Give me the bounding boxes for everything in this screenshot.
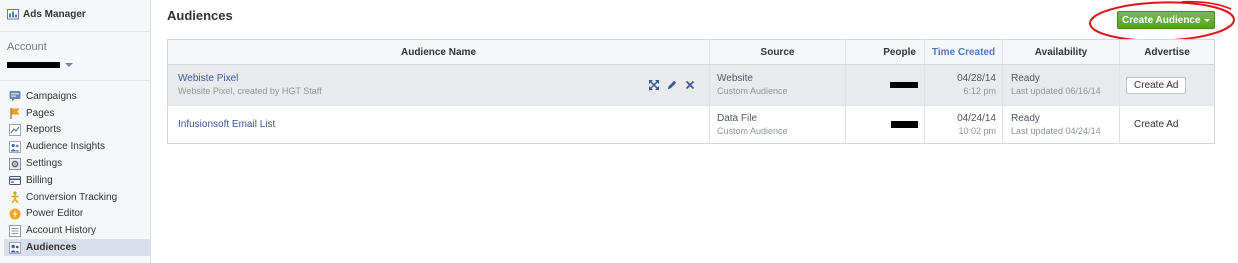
sidebar-item-label: Power Editor bbox=[26, 208, 84, 220]
ads-manager-icon bbox=[7, 9, 19, 20]
created-time: 10:02 pm bbox=[958, 125, 996, 136]
table-row[interactable]: Infusionsoft Email List Data File Custom… bbox=[167, 105, 1215, 144]
sidebar-item-settings[interactable]: Settings bbox=[4, 155, 150, 172]
created-date: 04/28/14 bbox=[957, 73, 996, 84]
page-title: Audiences bbox=[167, 8, 233, 23]
sidebar-item-label: Account History bbox=[26, 225, 97, 237]
account-label: Account bbox=[7, 41, 47, 53]
sidebar-item-label: Conversion Tracking bbox=[26, 191, 118, 203]
sidebar-item-pages[interactable]: Pages bbox=[4, 105, 150, 122]
campaigns-icon bbox=[9, 91, 21, 103]
column-header-audience-name[interactable]: Audience Name bbox=[167, 39, 710, 65]
availability-cell: Ready Last updated 06/16/14 bbox=[1002, 64, 1120, 106]
audience-name-cell: Webiste Pixel Website Pixel, created by … bbox=[167, 64, 710, 106]
caret-down-icon bbox=[65, 63, 73, 67]
app-title: Ads Manager bbox=[23, 8, 86, 20]
last-updated: Last updated 04/24/14 bbox=[1011, 125, 1101, 136]
pencil-icon[interactable] bbox=[667, 80, 677, 90]
account-selector[interactable] bbox=[7, 60, 73, 70]
conversion-tracking-icon bbox=[11, 191, 19, 204]
time-created-cell: 04/28/14 6:12 pm bbox=[924, 64, 1003, 106]
people-cell bbox=[845, 105, 925, 144]
sidebar-divider bbox=[0, 31, 150, 32]
sidebar-item-reports[interactable]: Reports bbox=[4, 122, 150, 139]
people-cell bbox=[845, 64, 925, 106]
create-ad-button[interactable]: Create Ad bbox=[1126, 76, 1187, 94]
table-header-row: Audience Name Source People Time Created… bbox=[167, 39, 1215, 65]
source-type: Custom Audience bbox=[717, 86, 788, 96]
advertise-cell: Create Ad bbox=[1119, 64, 1215, 106]
app-brand[interactable]: Ads Manager bbox=[7, 6, 86, 22]
sidebar-item-audience-insights[interactable]: Audience Insights bbox=[4, 138, 150, 155]
create-ad-button[interactable]: Create Ad bbox=[1126, 116, 1186, 133]
audience-description: Website Pixel, created by HGT Staff bbox=[178, 86, 322, 96]
sidebar-divider bbox=[0, 80, 150, 81]
source-value: Website bbox=[717, 73, 753, 84]
sidebar-item-label: Campaigns bbox=[26, 90, 77, 102]
availability-status: Ready bbox=[1011, 112, 1040, 124]
redacted-account-name bbox=[7, 62, 60, 68]
redacted-people-count bbox=[891, 120, 918, 128]
reports-icon bbox=[9, 123, 21, 136]
audience-name-link[interactable]: Infusionsoft Email List bbox=[178, 119, 709, 131]
last-updated: Last updated 06/16/14 bbox=[1011, 86, 1101, 96]
source-cell: Website Custom Audience bbox=[709, 64, 846, 106]
source-cell: Data File Custom Audience bbox=[709, 105, 846, 144]
expand-icon[interactable] bbox=[649, 80, 659, 90]
sidebar: Ads Manager Account Campaigns Pages Repo… bbox=[0, 0, 151, 263]
power-editor-icon bbox=[9, 208, 21, 220]
create-audience-button[interactable]: Create Audience bbox=[1117, 11, 1215, 29]
column-header-advertise[interactable]: Advertise bbox=[1119, 39, 1215, 65]
source-type: Custom Audience bbox=[717, 125, 788, 136]
source-value: Data File bbox=[717, 112, 758, 124]
availability-status: Ready bbox=[1011, 73, 1040, 84]
created-time: 6:12 pm bbox=[963, 86, 996, 96]
close-icon[interactable] bbox=[685, 80, 695, 90]
sidebar-item-label: Billing bbox=[26, 174, 53, 186]
sidebar-item-label: Pages bbox=[26, 107, 55, 119]
caret-down-icon bbox=[1203, 18, 1210, 22]
audience-insights-icon bbox=[9, 140, 21, 153]
audience-name-cell: Infusionsoft Email List bbox=[167, 105, 710, 144]
audiences-table: Audience Name Source People Time Created… bbox=[167, 39, 1215, 144]
column-header-source[interactable]: Source bbox=[709, 39, 846, 65]
time-created-cell: 04/24/14 10:02 pm bbox=[924, 105, 1003, 144]
advertise-cell: Create Ad bbox=[1119, 105, 1215, 144]
create-audience-label: Create Audience bbox=[1122, 14, 1201, 26]
audiences-icon bbox=[9, 241, 21, 254]
created-date: 04/24/14 bbox=[957, 112, 996, 124]
settings-icon bbox=[9, 157, 21, 170]
table-row[interactable]: Webiste Pixel Website Pixel, created by … bbox=[167, 64, 1215, 106]
pages-icon bbox=[10, 108, 20, 120]
sidebar-item-power-editor[interactable]: Power Editor bbox=[4, 206, 150, 223]
sidebar-nav: Campaigns Pages Reports Audience Insight… bbox=[4, 88, 150, 256]
sidebar-item-label: Reports bbox=[26, 124, 62, 136]
column-header-people[interactable]: People bbox=[845, 39, 925, 65]
sidebar-item-audiences[interactable]: Audiences bbox=[4, 239, 150, 256]
row-actions bbox=[649, 80, 695, 90]
billing-icon bbox=[9, 176, 21, 186]
column-header-time-created[interactable]: Time Created bbox=[924, 39, 1003, 65]
column-header-availability[interactable]: Availability bbox=[1002, 39, 1120, 65]
sidebar-item-billing[interactable]: Billing bbox=[4, 172, 150, 189]
availability-cell: Ready Last updated 04/24/14 bbox=[1002, 105, 1120, 144]
sidebar-item-conversion-tracking[interactable]: Conversion Tracking bbox=[4, 189, 150, 206]
sidebar-item-label: Audience Insights bbox=[26, 141, 105, 153]
audience-name-link[interactable]: Webiste Pixel bbox=[178, 73, 709, 85]
sidebar-item-campaigns[interactable]: Campaigns bbox=[4, 88, 150, 105]
sidebar-item-label: Audiences bbox=[26, 242, 77, 254]
redacted-people-count bbox=[890, 81, 918, 88]
sidebar-item-label: Settings bbox=[26, 158, 63, 170]
sidebar-item-account-history[interactable]: Account History bbox=[4, 222, 150, 239]
account-history-icon bbox=[9, 224, 21, 237]
